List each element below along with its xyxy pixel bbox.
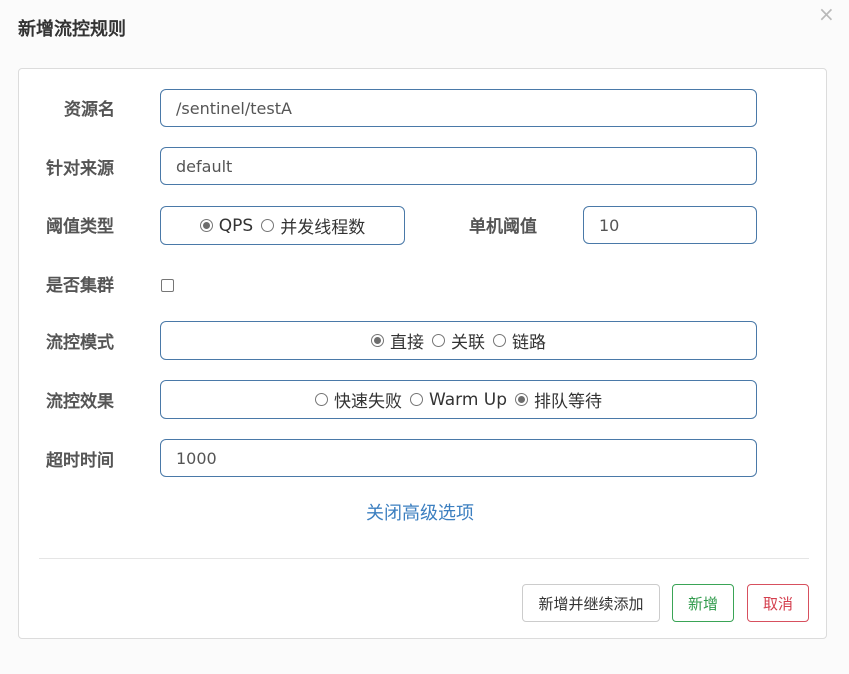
flow-effect-option-label: 快速失败 (334, 387, 402, 412)
cluster-label: 是否集群 (46, 276, 114, 296)
flow-mode-option-label: 关联 (451, 328, 485, 353)
threshold-type-option-label: 并发线程数 (280, 213, 365, 238)
single-threshold-input[interactable] (583, 206, 757, 244)
flow-effect-option-label: 排队等待 (534, 387, 602, 412)
radio-unchecked-icon[interactable] (432, 334, 445, 347)
flow-mode-group: 直接 关联 链路 (160, 321, 757, 360)
threshold-type-option-qps[interactable]: QPS (200, 216, 253, 236)
footer-divider (39, 558, 809, 559)
timeout-label: 超时时间 (46, 451, 114, 471)
radio-unchecked-icon[interactable] (493, 334, 506, 347)
single-threshold-label: 单机阈值 (469, 217, 537, 237)
add-button[interactable]: 新增 (672, 584, 734, 622)
flow-mode-option-label: 直接 (390, 328, 424, 353)
radio-checked-icon[interactable] (200, 219, 213, 232)
form-panel: 资源名 针对来源 阈值类型 QPS 并发线程数 单机阈值 是否集群 流控模式 直… (18, 68, 827, 639)
radio-checked-icon[interactable] (515, 393, 528, 406)
radio-unchecked-icon[interactable] (261, 219, 274, 232)
flow-effect-option-queue[interactable]: 排队等待 (515, 387, 602, 412)
dialog-title: 新增流控规则 (18, 15, 126, 41)
flow-effect-label: 流控效果 (46, 392, 114, 412)
origin-label: 针对来源 (46, 159, 114, 179)
radio-unchecked-icon[interactable] (315, 393, 328, 406)
flow-mode-label: 流控模式 (46, 333, 114, 353)
resource-label: 资源名 (64, 100, 115, 120)
flow-effect-option-fail-fast[interactable]: 快速失败 (315, 387, 402, 412)
flow-mode-option-relate[interactable]: 关联 (432, 328, 485, 353)
origin-input[interactable] (160, 147, 757, 185)
flow-effect-option-warm-up[interactable]: Warm Up (410, 390, 507, 410)
threshold-type-group: QPS 并发线程数 (160, 206, 405, 245)
cluster-checkbox[interactable] (161, 279, 174, 292)
threshold-type-option-label: QPS (219, 216, 253, 236)
threshold-type-label: 阈值类型 (46, 217, 114, 237)
add-and-continue-button[interactable]: 新增并继续添加 (522, 584, 660, 622)
radio-unchecked-icon[interactable] (410, 393, 423, 406)
cancel-button[interactable]: 取消 (747, 584, 809, 622)
flow-effect-group: 快速失败 Warm Up 排队等待 (160, 380, 757, 419)
flow-mode-option-label: 链路 (512, 328, 546, 353)
flow-mode-option-direct[interactable]: 直接 (371, 328, 424, 353)
flow-mode-option-chain[interactable]: 链路 (493, 328, 546, 353)
radio-checked-icon[interactable] (371, 334, 384, 347)
timeout-input[interactable] (160, 439, 757, 477)
close-icon[interactable]: × (818, 5, 835, 23)
threshold-type-option-thread[interactable]: 并发线程数 (261, 213, 365, 238)
flow-effect-option-label: Warm Up (429, 390, 507, 410)
close-advanced-options-link[interactable]: 关闭高级选项 (366, 499, 474, 525)
resource-input[interactable] (160, 89, 757, 127)
